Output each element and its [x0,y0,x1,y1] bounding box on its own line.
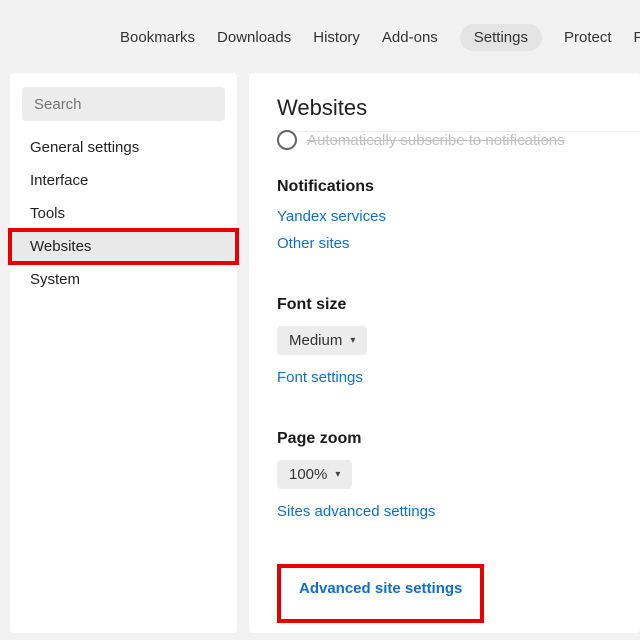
page-zoom-select[interactable]: 100% ▾ [277,460,352,489]
tab-bookmarks[interactable]: Bookmarks [120,29,195,46]
chevron-down-icon: ▾ [335,469,340,480]
tab-settings[interactable]: Settings [460,24,542,51]
yandex-services-link[interactable]: Yandex services [277,208,386,225]
advanced-site-settings-highlight: Advanced site settings [277,564,484,623]
tab-history[interactable]: History [313,29,360,46]
sidebar-item-general-settings[interactable]: General settings [10,131,237,164]
chevron-down-icon: ▾ [350,335,355,346]
search-input[interactable] [22,87,225,121]
notifications-section: Notifications Yandex services Other site… [277,178,640,262]
page-zoom-value: 100% [289,466,327,483]
tab-passwords[interactable]: Passwords [634,29,640,46]
font-size-heading: Font size [277,296,640,314]
tab-protect[interactable]: Protect [564,29,612,46]
font-size-select[interactable]: Medium ▾ [277,326,367,355]
font-size-section: Font size Medium ▾ Font settings [277,296,640,396]
sidebar-item-tools[interactable]: Tools [10,197,237,230]
sidebar-item-websites[interactable]: Websites [10,230,237,263]
top-nav: Bookmarks Downloads History Add-ons Sett… [0,0,640,73]
font-size-value: Medium [289,332,342,349]
content-panel: Websites Automatically subscribe to noti… [249,73,640,633]
page-zoom-heading: Page zoom [277,430,640,448]
notifications-heading: Notifications [277,178,640,196]
radio-icon [277,130,297,150]
other-sites-link[interactable]: Other sites [277,235,350,252]
font-settings-link[interactable]: Font settings [277,369,363,386]
tab-downloads[interactable]: Downloads [217,29,291,46]
subscribe-toggle-row-cut: Automatically subscribe to notifications [277,130,640,150]
cutoff-text: Automatically subscribe to notifications [307,132,565,149]
page-zoom-section: Page zoom 100% ▾ Sites advanced settings [277,430,640,530]
sites-advanced-settings-link[interactable]: Sites advanced settings [277,503,435,520]
tab-add-ons[interactable]: Add-ons [382,29,438,46]
sidebar: General settings Interface Tools Website… [10,73,237,633]
page-title: Websites [277,95,640,121]
sidebar-item-interface[interactable]: Interface [10,164,237,197]
sidebar-item-system[interactable]: System [10,263,237,296]
advanced-site-settings-link[interactable]: Advanced site settings [299,580,462,597]
